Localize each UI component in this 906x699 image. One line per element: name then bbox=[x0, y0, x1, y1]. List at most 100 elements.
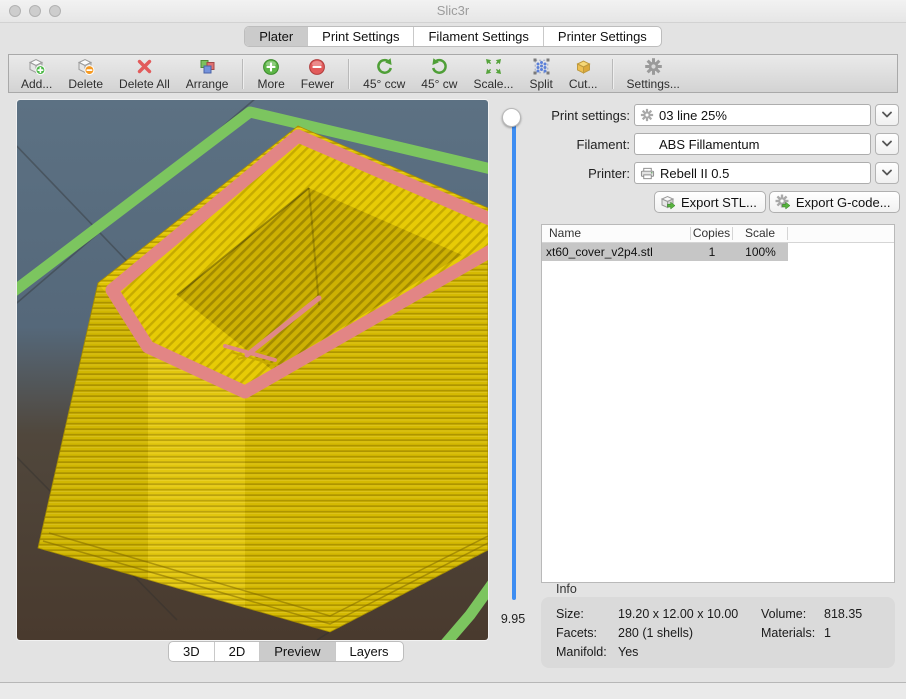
filament-combobox[interactable]: ABS Fillamentum bbox=[634, 133, 871, 155]
toolbar-label: Split bbox=[529, 77, 552, 91]
object-table-header: NameCopiesScale bbox=[542, 225, 894, 243]
toolbar-button-45-ccw[interactable]: 45° ccw bbox=[355, 56, 413, 92]
toolbar-button-arrange[interactable]: Arrange bbox=[178, 56, 237, 92]
title-bar[interactable]: Slic3r bbox=[0, 0, 906, 23]
layer-slider-track[interactable] bbox=[512, 118, 516, 600]
printer-icon bbox=[640, 166, 655, 181]
print-settings-combobox[interactable]: 03 line 25% bbox=[634, 104, 871, 126]
column-header-scale[interactable]: Scale bbox=[733, 227, 788, 240]
info-value-facets: 280 (1 shells) bbox=[618, 626, 761, 640]
window-title: Slic3r bbox=[0, 3, 906, 18]
delete-object-icon bbox=[76, 57, 95, 77]
view-tabs: 3D2DPreviewLayers bbox=[168, 641, 404, 662]
toolbar-label: More bbox=[257, 77, 284, 91]
export-stl-button[interactable]: Export STL... bbox=[654, 191, 766, 213]
tab-filament-settings[interactable]: Filament Settings bbox=[414, 27, 543, 46]
info-value-size: 19.20 x 12.00 x 10.00 bbox=[618, 607, 761, 621]
toolbar-label: 45° cw bbox=[421, 77, 457, 91]
settings-icon bbox=[644, 57, 663, 77]
preview-scene bbox=[17, 100, 488, 640]
toolbar-label: Settings... bbox=[627, 77, 680, 91]
view-tab-2d[interactable]: 2D bbox=[215, 642, 261, 661]
export-stl-icon bbox=[660, 194, 677, 211]
view-tab-layers[interactable]: Layers bbox=[336, 642, 403, 661]
info-value-volume: 818.35 bbox=[824, 607, 895, 621]
toolbar-label: Scale... bbox=[473, 77, 513, 91]
toolbar-button-cut[interactable]: Cut... bbox=[561, 56, 606, 92]
delete-all-icon bbox=[135, 57, 154, 77]
combo-spacer bbox=[640, 137, 654, 151]
printer-combobox[interactable]: Rebell II 0.5 bbox=[634, 162, 871, 184]
toolbar-button-delete-all[interactable]: Delete All bbox=[111, 56, 178, 92]
chevron-down-icon bbox=[881, 169, 893, 177]
object-table-body: xt60_cover_v2p4.stl1100% bbox=[542, 243, 894, 261]
toolbar-separator bbox=[242, 59, 243, 89]
tab-plater[interactable]: Plater bbox=[245, 27, 308, 46]
toolbar-label: Fewer bbox=[301, 77, 334, 91]
info-row: Size:19.20 x 12.00 x 10.00Volume:818.35 bbox=[556, 604, 895, 623]
print-settings-label: Print settings: bbox=[540, 108, 634, 123]
toolbar-button-more[interactable]: More bbox=[249, 56, 292, 92]
rotate-ccw-icon bbox=[375, 57, 394, 77]
fewer-icon bbox=[308, 57, 326, 77]
filament-value: ABS Fillamentum bbox=[659, 137, 759, 152]
info-row: Manifold:Yes bbox=[556, 642, 895, 661]
main-tab-bar: PlaterPrint SettingsFilament SettingsPri… bbox=[0, 26, 906, 47]
tab-print-settings[interactable]: Print Settings bbox=[308, 27, 414, 46]
info-label-materials: Materials: bbox=[761, 626, 824, 640]
info-label-facets: Facets: bbox=[556, 626, 618, 640]
toolbar-button-delete[interactable]: Delete bbox=[60, 56, 111, 92]
table-cell: xt60_cover_v2p4.stl bbox=[542, 245, 691, 259]
slic3r-window: Slic3r PlaterPrint SettingsFilament Sett… bbox=[0, 0, 906, 699]
toolbar-label: Arrange bbox=[186, 77, 229, 91]
toolbar-button-add[interactable]: Add... bbox=[13, 56, 60, 92]
scale-icon bbox=[484, 57, 503, 77]
toolbar-label: Cut... bbox=[569, 77, 598, 91]
main-tabs: PlaterPrint SettingsFilament SettingsPri… bbox=[244, 26, 662, 47]
button-label: Export STL... bbox=[681, 195, 757, 210]
toolbar-label: 45° ccw bbox=[363, 77, 405, 91]
column-header-name[interactable]: Name bbox=[542, 227, 691, 240]
layer-slider-thumb[interactable] bbox=[502, 108, 521, 127]
arrange-icon bbox=[198, 57, 217, 77]
toolbar-button-45-cw[interactable]: 45° cw bbox=[413, 56, 465, 92]
export-gcode-icon bbox=[775, 194, 792, 211]
info-value-manifold: Yes bbox=[618, 645, 761, 659]
add-object-icon bbox=[27, 57, 46, 77]
table-row[interactable]: xt60_cover_v2p4.stl1100% bbox=[542, 243, 788, 261]
toolbar-label: Delete All bbox=[119, 77, 170, 91]
column-header-copies[interactable]: Copies bbox=[691, 227, 733, 240]
table-cell: 1 bbox=[691, 245, 733, 259]
filament-label: Filament: bbox=[540, 137, 634, 152]
preset-row-filament: Filament: ABS Fillamentum bbox=[540, 133, 899, 155]
toolbar-button-scale[interactable]: Scale... bbox=[465, 56, 521, 92]
view-tab-3d[interactable]: 3D bbox=[169, 642, 215, 661]
print-settings-value: 03 line 25% bbox=[659, 108, 727, 123]
layer-slider-value: 9.95 bbox=[488, 612, 538, 626]
preset-panel: Print settings: 03 line 25% Filament: ABS F… bbox=[540, 104, 899, 213]
view-tab-bar: 3D2DPreviewLayers bbox=[168, 641, 404, 662]
toolbar-label: Delete bbox=[68, 77, 103, 91]
toolbar-button-fewer[interactable]: Fewer bbox=[293, 56, 342, 92]
filament-dropdown-button[interactable] bbox=[875, 133, 899, 155]
printer-dropdown-button[interactable] bbox=[875, 162, 899, 184]
info-box: Size:19.20 x 12.00 x 10.00Volume:818.35 F… bbox=[541, 597, 895, 668]
print-settings-dropdown-button[interactable] bbox=[875, 104, 899, 126]
info-label-size: Size: bbox=[556, 607, 618, 621]
preset-row-printer: Printer: Rebell II 0.5 bbox=[540, 162, 899, 184]
export-g-code-button[interactable]: Export G-code... bbox=[769, 191, 900, 213]
toolbar: Add... Delete Delete All Arrange More Few… bbox=[8, 54, 898, 93]
button-label: Export G-code... bbox=[796, 195, 891, 210]
toolbar-button-settings[interactable]: Settings... bbox=[619, 56, 688, 92]
view-tab-preview[interactable]: Preview bbox=[260, 642, 335, 661]
plater-3d-viewport[interactable] bbox=[17, 100, 488, 640]
table-cell: 100% bbox=[733, 245, 788, 259]
cut-icon bbox=[574, 57, 593, 77]
toolbar-separator bbox=[612, 59, 613, 89]
chevron-down-icon bbox=[881, 140, 893, 148]
info-section-title: Info bbox=[556, 582, 577, 596]
toolbar-button-split[interactable]: Split bbox=[521, 56, 560, 92]
split-icon bbox=[532, 57, 551, 77]
more-icon bbox=[262, 57, 280, 77]
tab-printer-settings[interactable]: Printer Settings bbox=[544, 27, 661, 46]
